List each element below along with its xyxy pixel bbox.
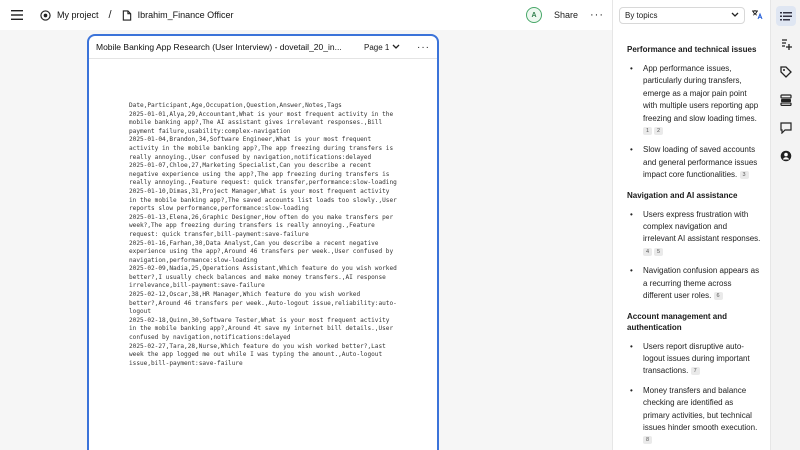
document-card[interactable]: Mobile Banking App Research (User Interv… xyxy=(87,34,439,450)
project-name: My project xyxy=(57,10,99,20)
user-icon xyxy=(780,150,791,162)
group-by-select[interactable]: By topics xyxy=(619,6,745,24)
section-title: Performance and technical issues xyxy=(627,45,757,54)
document-body: Date,Participant,Age,Occupation,Question… xyxy=(89,59,437,368)
project-icon xyxy=(40,9,51,21)
document-more-button[interactable]: ··· xyxy=(417,42,430,53)
insight-item: Users express frustration with complex n… xyxy=(627,209,762,259)
tag-icon xyxy=(779,66,792,78)
summary-tool-button[interactable] xyxy=(775,6,796,26)
section-title: Account management and authentication xyxy=(627,311,728,332)
insights-panel: By topics Performance and technical issu… xyxy=(612,0,770,450)
page-selector[interactable]: Page 1 xyxy=(364,43,400,52)
page-label: Page 1 xyxy=(364,42,390,52)
topbar-actions: A Share ··· xyxy=(525,7,604,23)
layers-icon xyxy=(779,94,792,106)
insight-item: Users report disruptive auto-logout issu… xyxy=(627,341,762,378)
insight-item: Money transfers and balance checking are… xyxy=(627,385,762,447)
chevron-down-icon xyxy=(392,44,400,49)
insight-text: Users express frustration with complex n… xyxy=(643,209,761,244)
group-by-value: By topics xyxy=(625,10,658,20)
comment-tool-button[interactable] xyxy=(776,118,796,138)
breadcrumb-separator: / xyxy=(108,9,112,21)
insight-item: App performance issues, particularly dur… xyxy=(627,63,762,137)
top-bar: My project / Ibrahim_Finance Officer A S… xyxy=(0,0,612,30)
insight-item: Slow loading of saved accounts and gener… xyxy=(627,144,762,181)
insight-item: Navigation confusion appears as a recurr… xyxy=(627,265,762,302)
document-header: Mobile Banking App Research (User Interv… xyxy=(89,36,437,59)
add-note-icon xyxy=(781,39,792,50)
breadcrumb-file[interactable]: Ibrahim_Finance Officer xyxy=(122,9,234,21)
citation-chip[interactable]: 3 xyxy=(739,171,749,180)
citation-chip[interactable]: 4 xyxy=(643,247,652,256)
insight-text: App performance issues, particularly dur… xyxy=(643,64,759,123)
insights-toolbar: By topics xyxy=(613,0,770,30)
app-root: My project / Ibrahim_Finance Officer A S… xyxy=(0,0,800,450)
avatar[interactable]: A xyxy=(525,7,542,23)
citation-chip[interactable]: 6 xyxy=(713,291,723,300)
list-icon xyxy=(779,11,792,20)
translate-button[interactable] xyxy=(751,9,763,22)
document-canvas: Mobile Banking App Research (User Interv… xyxy=(0,30,612,450)
citation-chip[interactable]: 2 xyxy=(654,126,663,135)
citation-chip[interactable]: 8 xyxy=(643,436,652,445)
tool-rail xyxy=(770,0,800,450)
comment-icon xyxy=(779,122,792,134)
share-button[interactable]: Share xyxy=(554,10,578,20)
insight-text: Money transfers and balance checking are… xyxy=(643,385,758,432)
tag-tool-button[interactable] xyxy=(776,62,796,82)
more-options-button[interactable]: ··· xyxy=(590,9,604,21)
layers-tool-button[interactable] xyxy=(776,90,796,110)
profile-tool-button[interactable] xyxy=(776,146,796,166)
add-note-tool-button[interactable] xyxy=(776,34,796,54)
breadcrumb-project[interactable]: My project xyxy=(40,9,99,21)
chevron-down-icon xyxy=(731,12,739,17)
document-title: Mobile Banking App Research (User Interv… xyxy=(96,42,342,52)
citation-chip[interactable]: 5 xyxy=(654,247,663,256)
file-name: Ibrahim_Finance Officer xyxy=(137,10,234,20)
document-icon xyxy=(122,9,131,21)
hamburger-icon xyxy=(11,10,23,20)
citation-chip[interactable]: 7 xyxy=(690,367,700,376)
section-title: Navigation and AI assistance xyxy=(627,190,738,200)
document-text: Date,Participant,Age,Occupation,Question… xyxy=(129,102,397,367)
citation-chip[interactable]: 1 xyxy=(643,126,652,135)
menu-button[interactable] xyxy=(8,6,26,24)
translate-icon xyxy=(752,9,763,19)
insight-text: Navigation confusion appears as a recurr… xyxy=(643,266,760,301)
insights-list: Performance and technical issues App perf… xyxy=(613,30,770,450)
